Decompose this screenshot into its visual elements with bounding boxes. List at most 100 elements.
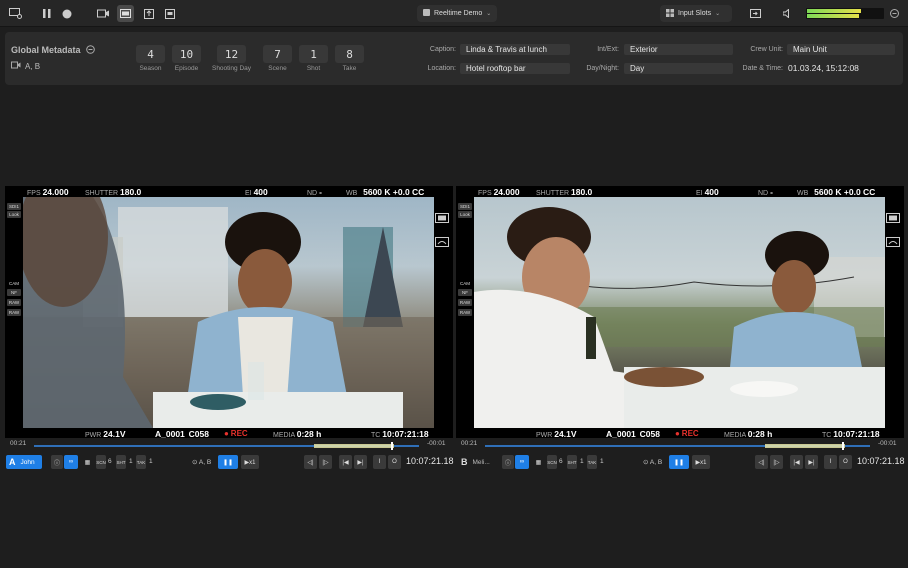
crew-unit-field[interactable]: Main Unit — [787, 44, 895, 55]
metadata-cameras-text: A, B — [25, 61, 41, 71]
daynight-label: Day/Night: — [586, 65, 619, 72]
pause-icon[interactable] — [38, 5, 55, 22]
take-count: 1 — [149, 458, 153, 465]
loop-icon[interactable]: ∞ — [64, 455, 78, 469]
mute-icon[interactable] — [886, 5, 903, 22]
wb-readout: WB 5600 K +0.0 CC — [797, 187, 876, 197]
cam-tag: CAM — [9, 281, 19, 286]
nd-readout: ND - — [307, 187, 322, 197]
monitor-settings-icon[interactable] — [7, 5, 24, 22]
rec-indicator: ● REC — [224, 429, 248, 438]
camera-a-badge[interactable]: A John — [6, 455, 42, 469]
pause-button[interactable]: ❚❚ — [218, 455, 238, 469]
input-slots-selector[interactable]: Input Slots ⌄ — [660, 5, 732, 22]
signal-icon[interactable] — [886, 234, 900, 252]
layout-split-icon[interactable] — [117, 5, 134, 22]
project-selector[interactable]: Reeltime Demo ⌄ — [417, 5, 498, 22]
intext-field[interactable]: Exterior — [624, 44, 733, 55]
clip-readout: A_0001 C058 — [155, 429, 209, 439]
camera-operator: Meli... — [472, 458, 490, 466]
nf-tag: NF — [7, 289, 21, 296]
project-name: Reeltime Demo — [434, 10, 483, 17]
camera-operator: John — [20, 458, 35, 466]
episode-label: Episode — [174, 65, 199, 72]
media-readout: MEDIA 0:28 h — [273, 429, 322, 439]
episode-field[interactable]: 10 — [172, 45, 201, 63]
skip-start-button[interactable]: |◀ — [339, 455, 352, 469]
camera-a-feed — [23, 197, 434, 428]
step-forward-button[interactable]: |▷ — [319, 455, 332, 469]
info-icon[interactable]: ⓘ — [51, 455, 63, 469]
mark-out-button[interactable]: O — [388, 455, 401, 469]
metadata-title-text: Global Metadata — [11, 45, 81, 55]
scene-field[interactable]: 7 — [263, 45, 292, 63]
season-field[interactable]: 4 — [136, 45, 165, 63]
shutter-readout: SHUTTER 180.0 — [536, 187, 593, 197]
camera-letter: B — [461, 457, 468, 467]
time-start: 00:21 — [461, 440, 478, 447]
output-icon[interactable] — [747, 5, 764, 22]
grid-icon — [666, 8, 674, 19]
skip-end-button[interactable]: ▶| — [354, 455, 367, 469]
timeline-track[interactable] — [34, 442, 419, 450]
skip-start-button[interactable]: |◀ — [790, 455, 803, 469]
shutter-readout: SHUTTER 180.0 — [85, 187, 142, 197]
shot-count: 1 — [580, 458, 584, 465]
camera-b-badge[interactable]: B Meli... — [457, 455, 497, 469]
metadata-title: Global Metadata — [11, 45, 95, 56]
metadata-panel: Global Metadata A, B 4 Season 10 Episode… — [5, 32, 903, 85]
timeline-track[interactable] — [485, 442, 870, 450]
shot-count: 1 — [129, 458, 133, 465]
caption-label: Caption: — [429, 46, 456, 53]
fps-readout: FPS 24.000 — [27, 187, 69, 197]
scene-icon: SCN — [96, 455, 106, 469]
datetime-value: 01.03.24, 15:12:08 — [788, 63, 859, 73]
power-readout: PWR 24.1V — [536, 429, 577, 439]
metadata-cameras: A, B — [11, 61, 40, 71]
daynight-field[interactable]: Day — [624, 63, 733, 74]
take-label: Take — [342, 65, 357, 72]
timecode-display: 10:07:21.18 — [857, 456, 905, 466]
timeline-a[interactable]: 00:21 -00:01 — [5, 440, 453, 450]
location-field[interactable]: Hotel rooftop bar — [460, 63, 570, 74]
overlay-icon[interactable] — [161, 5, 178, 22]
mark-in-button[interactable]: I — [373, 455, 386, 469]
chevron-down-icon: ⌄ — [486, 11, 492, 17]
raw-tag-2: RAW — [7, 309, 21, 316]
step-forward-button[interactable]: |▷ — [770, 455, 783, 469]
pause-button[interactable]: ❚❚ — [669, 455, 689, 469]
top-toolbar: Reeltime Demo ⌄ Input Slots ⌄ — [0, 0, 908, 27]
shooting-day-field[interactable]: 12 — [217, 45, 246, 63]
export-icon[interactable] — [140, 5, 157, 22]
minus-circle-icon[interactable] — [86, 45, 95, 56]
sdi-tag: SDI1 — [7, 203, 21, 210]
signal-icon[interactable] — [435, 234, 449, 252]
sync-channels: ⊙ A, B — [192, 459, 212, 466]
play-speed-button[interactable]: ▶x1 — [692, 455, 710, 469]
take-field[interactable]: 8 — [335, 45, 364, 63]
raw-tag: RAW — [458, 299, 472, 306]
shot-label: Shot — [306, 65, 321, 72]
shot-field[interactable]: 1 — [299, 45, 328, 63]
camera-icon[interactable] — [94, 5, 111, 22]
step-back-button[interactable]: ◁| — [304, 455, 317, 469]
mark-in-button[interactable]: I — [824, 455, 837, 469]
shooting-day-label: Shooting Day — [211, 65, 252, 72]
info-icon[interactable]: ⓘ — [502, 455, 514, 469]
scene-count: 6 — [559, 458, 563, 465]
speaker-icon[interactable] — [779, 5, 796, 22]
mark-out-button[interactable]: O — [839, 455, 852, 469]
frame-lines-icon[interactable] — [886, 210, 900, 228]
step-back-button[interactable]: ◁| — [755, 455, 768, 469]
play-speed-button[interactable]: ▶x1 — [241, 455, 259, 469]
caption-field[interactable]: Linda & Travis at lunch — [460, 44, 570, 55]
tc-readout: TC 10:07:21:18 — [822, 429, 880, 439]
skip-end-button[interactable]: ▶| — [805, 455, 818, 469]
loop-icon[interactable]: ∞ — [515, 455, 529, 469]
timeline-b[interactable]: 00:21 -00:01 — [456, 440, 904, 450]
frame-lines-icon[interactable] — [435, 210, 449, 228]
nf-tag: NF — [458, 289, 472, 296]
camera-letter: A — [9, 457, 16, 467]
record-icon[interactable] — [58, 5, 75, 22]
intext-label: Int/Ext: — [597, 46, 619, 53]
